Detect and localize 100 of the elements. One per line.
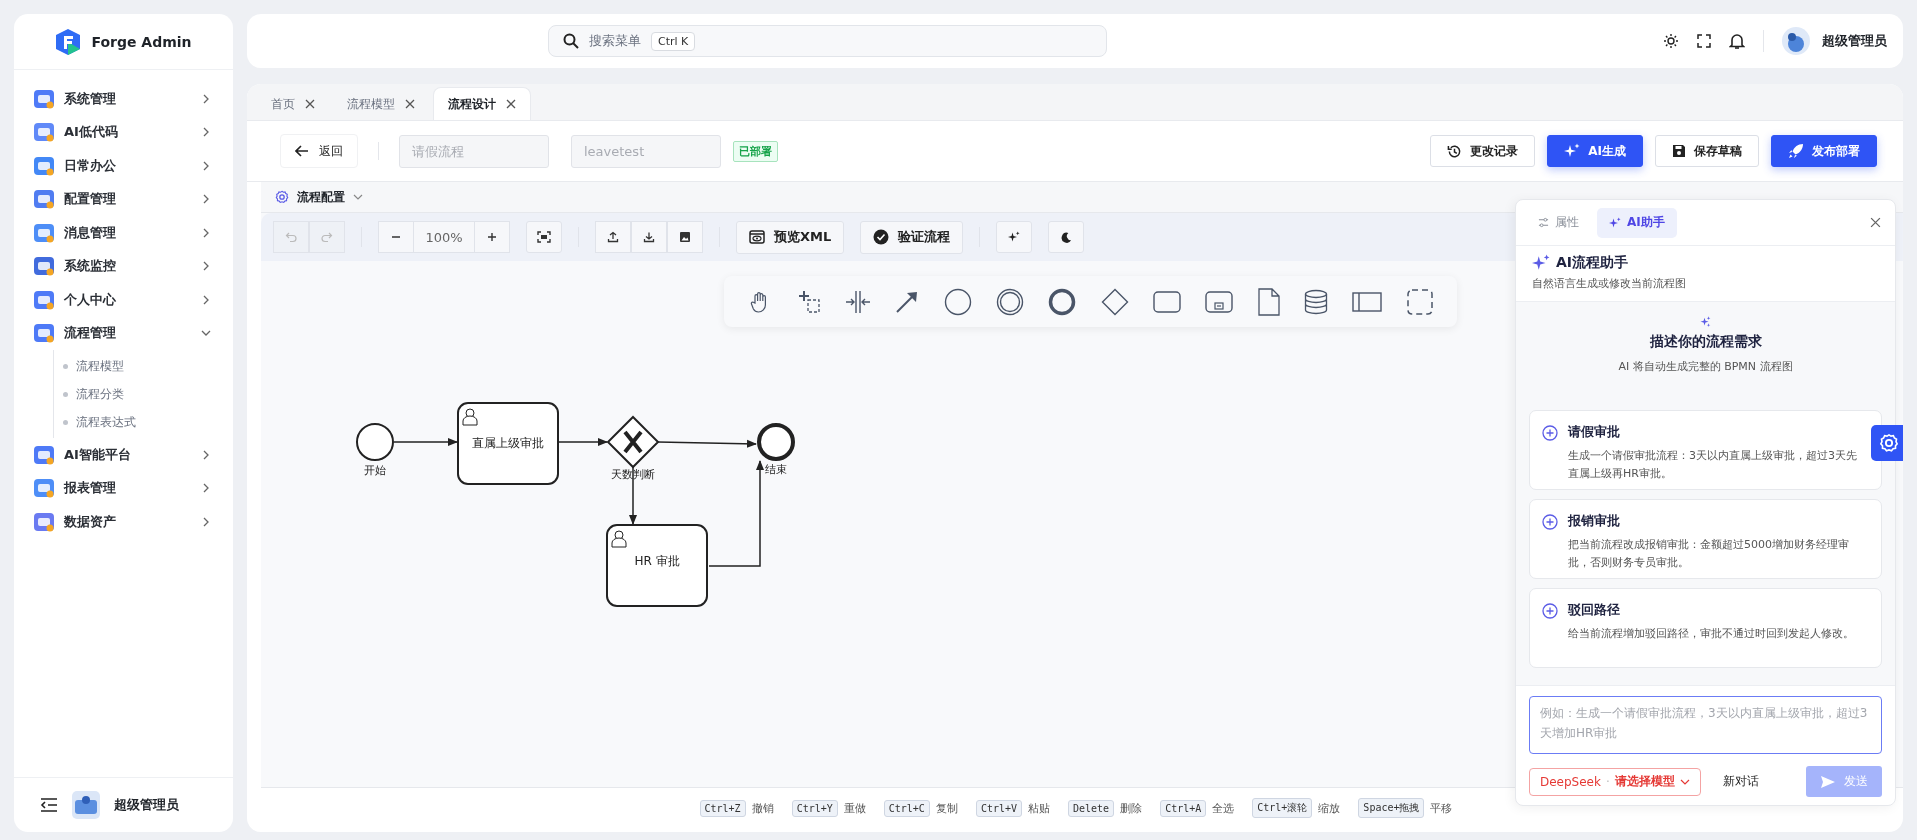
process-key-field[interactable]: leavetest xyxy=(571,134,721,168)
suggestion-title: 请假审批 xyxy=(1568,423,1621,441)
user-task[interactable] xyxy=(457,402,559,485)
tile-icon xyxy=(33,255,55,278)
ai-button[interactable]: AI生成 xyxy=(1547,135,1643,167)
exclusive-gateway[interactable] xyxy=(606,415,660,469)
shortcut-label: 缩放 xyxy=(1318,800,1341,816)
menu-item[interactable]: 数据资产 xyxy=(14,505,233,539)
shortcut-key: Ctrl+V xyxy=(975,799,1022,817)
menu-item[interactable]: 消息管理 xyxy=(14,216,233,250)
config-dropdown[interactable]: 流程配置 xyxy=(297,188,345,206)
rounded-rect-icon[interactable] xyxy=(1152,290,1181,313)
shortcut-label: 重做 xyxy=(843,800,866,816)
menu-item[interactable]: 个人中心 xyxy=(14,283,233,317)
process-name-field[interactable]: 请假流程 xyxy=(399,134,549,168)
tile-icon xyxy=(33,443,55,466)
thick-circle-icon[interactable] xyxy=(1048,287,1077,316)
sun-icon[interactable] xyxy=(1663,33,1679,49)
status-badge: 已部署 xyxy=(733,140,778,162)
publish-button[interactable]: 发布部署 xyxy=(1771,135,1877,167)
submenu-item[interactable]: 流程表达式 xyxy=(54,408,233,436)
preview-xml-button[interactable]: 预览XML xyxy=(736,220,845,254)
page-tab[interactable]: 流程设计 xyxy=(433,87,531,120)
menu-item[interactable]: 报表管理 xyxy=(14,471,233,505)
chevron-icon xyxy=(201,194,211,205)
plus-circle-icon xyxy=(1542,603,1558,619)
suggestion-card[interactable]: 请假审批 生成一个请假审批流程：3天以内直属上级审批，超过3天先直属上级再HR审批。 xyxy=(1529,410,1882,490)
suggestion-card[interactable]: 报销审批 把当前流程改成报销审批：金额超过5000增加财务经理审批，否则财务专员审批。 xyxy=(1529,499,1882,579)
suggestion-card[interactable]: 驳回路径 给当前流程增加驳回路径，审批不通过时回到发起人修改。 xyxy=(1529,588,1882,668)
suggestion-text: 给当前流程增加驳回路径，审批不通过时回到发起人修改。 xyxy=(1568,626,1854,642)
avatar-icon[interactable] xyxy=(1782,27,1810,55)
fullscreen-icon[interactable] xyxy=(1697,34,1711,48)
panel-title: AI流程助手 xyxy=(1556,254,1629,272)
prompt-field[interactable]: 例如：生成一个请假审批流程，3天以内直属上级审批，超过3天增加HR审批 xyxy=(1529,696,1882,754)
back-button[interactable]: 返回 xyxy=(280,134,358,168)
close-icon[interactable] xyxy=(506,99,516,109)
import-button[interactable] xyxy=(595,221,631,253)
bell-icon[interactable] xyxy=(1729,32,1745,50)
sequence-arrow[interactable] xyxy=(393,438,458,446)
menu-item[interactable]: AI智能平台 xyxy=(14,438,233,472)
person-icon xyxy=(611,530,627,548)
chevron-icon[interactable] xyxy=(353,192,363,202)
panel-tab[interactable]: 属性 xyxy=(1526,207,1591,238)
double-circle-icon[interactable] xyxy=(995,287,1024,316)
sequence-arrow[interactable] xyxy=(556,438,608,446)
panel-tab[interactable]: AI助手 xyxy=(1597,207,1677,238)
lasso-tool-icon[interactable] xyxy=(796,289,821,314)
shortcut-label: 撤销 xyxy=(751,800,774,816)
user-task[interactable] xyxy=(606,524,708,607)
dark-mode-button[interactable] xyxy=(1048,221,1085,253)
tile-icon xyxy=(33,154,55,177)
logo-icon xyxy=(55,27,82,56)
ai-sparkle-button[interactable] xyxy=(996,221,1033,253)
chevron-icon xyxy=(201,160,211,171)
shortcut-label: 复制 xyxy=(935,800,958,816)
circle-icon[interactable] xyxy=(943,287,972,316)
page-tab[interactable]: 首页 xyxy=(257,88,329,120)
settings-button[interactable] xyxy=(1871,425,1903,461)
export-button[interactable] xyxy=(631,221,667,253)
menu-item[interactable]: 流程管理 xyxy=(14,316,233,350)
sequence-arrow[interactable] xyxy=(708,460,764,567)
diamond-icon[interactable] xyxy=(1100,287,1129,316)
image-button[interactable] xyxy=(667,221,703,253)
page-tab[interactable]: 流程模型 xyxy=(333,88,429,120)
subprocess-icon[interactable] xyxy=(1205,290,1234,313)
tile-icon xyxy=(33,288,55,311)
close-icon[interactable] xyxy=(305,99,315,109)
zoom-in-button[interactable] xyxy=(474,221,510,253)
database-icon[interactable] xyxy=(1303,288,1328,315)
shortcut-key: Space+拖拽 xyxy=(1358,798,1425,818)
document-icon[interactable] xyxy=(1257,287,1280,316)
search-field[interactable]: 搜索菜单 Ctrl K xyxy=(548,25,1107,57)
submenu-item[interactable]: 流程模型 xyxy=(54,352,233,380)
model-select[interactable]: DeepSeek · 请选择模型 xyxy=(1529,767,1701,796)
validate-button[interactable]: 验证流程 xyxy=(860,220,964,254)
gear-icon xyxy=(275,190,289,204)
redo-icon xyxy=(321,231,333,243)
collapse-icon[interactable] xyxy=(40,797,58,813)
chevron-icon xyxy=(201,127,211,138)
shortcut-key: Ctrl+Z xyxy=(699,799,746,817)
menu-item[interactable]: 系统监控 xyxy=(14,249,233,283)
chevron-icon xyxy=(201,294,211,305)
menu-item[interactable]: 系统管理 xyxy=(14,82,233,116)
pool-icon[interactable] xyxy=(1352,291,1383,312)
history-button[interactable]: 更改记录 xyxy=(1430,135,1536,167)
close-icon[interactable] xyxy=(405,99,415,109)
menu-item[interactable]: 配置管理 xyxy=(14,182,233,216)
close-icon[interactable] xyxy=(1870,217,1881,228)
menu-item[interactable]: 日常办公 xyxy=(14,149,233,183)
menu-item[interactable]: AI低代码 xyxy=(14,115,233,149)
fit-view-button[interactable] xyxy=(526,221,562,253)
submenu-item[interactable]: 流程分类 xyxy=(54,380,233,408)
dashed-group-icon[interactable] xyxy=(1406,288,1433,315)
connect-arrow-icon[interactable] xyxy=(895,289,920,314)
save-button[interactable]: 保存草稿 xyxy=(1655,135,1759,167)
end-event[interactable] xyxy=(757,423,795,461)
shortcut-hint: Ctrl K xyxy=(651,31,696,51)
start-event[interactable] xyxy=(356,423,394,461)
sequence-arrow[interactable] xyxy=(657,439,757,448)
space-tool-icon[interactable] xyxy=(844,289,871,314)
